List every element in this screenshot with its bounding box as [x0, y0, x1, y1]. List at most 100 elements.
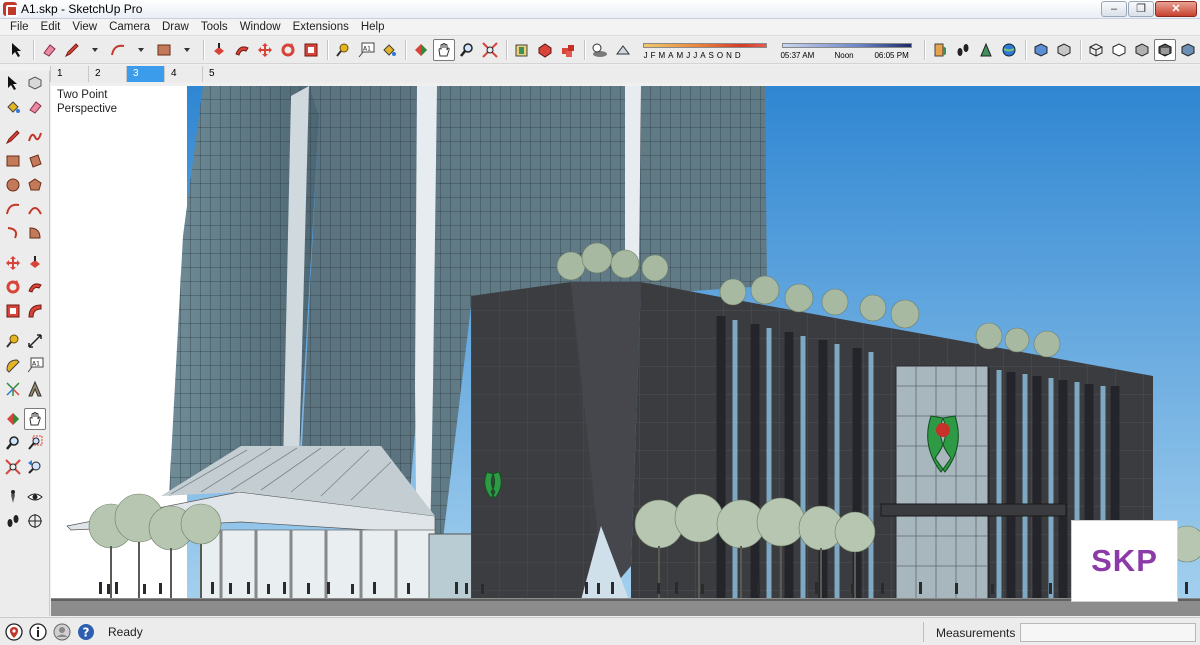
scene-tab-2[interactable]: 2	[88, 66, 126, 82]
scale-tool-button[interactable]	[2, 300, 24, 322]
scene-tab-5[interactable]: 5	[202, 66, 240, 82]
model-viewport[interactable]: Two Point Perspective SKP	[51, 86, 1200, 616]
axes-tool-button[interactable]	[2, 378, 24, 400]
follow-me-button[interactable]	[24, 276, 46, 298]
section-plane-button[interactable]	[929, 39, 951, 61]
scene-tab-4[interactable]: 4	[164, 66, 202, 82]
pan-button[interactable]	[24, 408, 46, 430]
follow-me-button[interactable]	[231, 39, 253, 61]
close-button[interactable]: ✕	[1155, 1, 1197, 17]
protractor-button[interactable]	[2, 354, 24, 376]
fog-toggle-button[interactable]	[612, 39, 634, 61]
time-slider[interactable]: 05:37 AM Noon 06:05 PM	[780, 39, 914, 61]
scene-tab-3[interactable]: 3	[126, 66, 164, 82]
line-tool-button[interactable]	[2, 126, 24, 148]
position-camera-button[interactable]	[975, 39, 997, 61]
three-point-arc-button[interactable]	[2, 222, 24, 244]
hidden-line-style-button[interactable]	[1108, 39, 1130, 61]
pan-button[interactable]	[432, 39, 455, 61]
minimize-button[interactable]: –	[1101, 1, 1127, 17]
offset-tool-button[interactable]	[24, 300, 46, 322]
dropdown-arrow[interactable]	[176, 39, 198, 61]
zoom-extents-button[interactable]	[2, 456, 24, 478]
rotate-tool-button[interactable]	[277, 39, 299, 61]
rotate-tool-button[interactable]	[2, 276, 24, 298]
walk-button[interactable]	[952, 39, 974, 61]
menu-draw[interactable]: Draw	[156, 21, 195, 33]
menu-view[interactable]: View	[66, 21, 103, 33]
geo-location-button[interactable]	[998, 39, 1020, 61]
components-button[interactable]	[534, 39, 556, 61]
arc-tool-button[interactable]	[107, 39, 129, 61]
zoom-button[interactable]	[456, 39, 478, 61]
section-plane-button[interactable]	[24, 510, 46, 532]
orbit-button[interactable]	[410, 39, 432, 61]
make-component-button[interactable]	[24, 72, 46, 94]
orbit-button[interactable]	[2, 408, 24, 430]
circle-tool-button[interactable]	[2, 174, 24, 196]
zoom-button[interactable]	[2, 432, 24, 454]
menu-edit[interactable]: Edit	[35, 21, 67, 33]
pie-tool-button[interactable]	[24, 222, 46, 244]
push-pull-button[interactable]	[24, 252, 46, 274]
polygon-tool-button[interactable]	[24, 174, 46, 196]
back-edges-button[interactable]	[1053, 39, 1075, 61]
two-point-arc-button[interactable]	[24, 198, 46, 220]
menu-help[interactable]: Help	[355, 21, 391, 33]
paint-bucket-button[interactable]	[2, 96, 24, 118]
eraser-tool-button[interactable]	[38, 39, 60, 61]
month-slider[interactable]: J F M A M J J A S O N D	[641, 39, 769, 61]
dimension-tool-button[interactable]	[24, 330, 46, 352]
geolocation-status[interactable]	[4, 622, 24, 642]
dropdown-arrow[interactable]	[84, 39, 106, 61]
measurements-input[interactable]	[1020, 623, 1196, 642]
shaded-style-button[interactable]	[1131, 39, 1153, 61]
menu-tools[interactable]: Tools	[195, 21, 234, 33]
menu-extensions[interactable]: Extensions	[287, 21, 355, 33]
paint-bucket-button[interactable]	[378, 39, 400, 61]
extension-warehouse-button[interactable]	[557, 39, 579, 61]
zoom-window-button[interactable]	[24, 432, 46, 454]
tape-measure-button[interactable]	[332, 39, 354, 61]
scale-tool-button[interactable]	[300, 39, 322, 61]
arc-tool-button[interactable]	[2, 198, 24, 220]
rectangle-tool-button[interactable]	[153, 39, 175, 61]
warehouse-button[interactable]	[511, 39, 533, 61]
select-tool-button[interactable]	[6, 39, 28, 61]
menu-camera[interactable]: Camera	[103, 21, 156, 33]
push-pull-button[interactable]	[208, 39, 230, 61]
shadows-toggle-button[interactable]	[589, 39, 611, 61]
eraser-tool-button[interactable]	[24, 96, 46, 118]
circle-icon	[6, 178, 20, 192]
account-status[interactable]	[52, 622, 72, 642]
menu-file[interactable]: File	[4, 21, 35, 33]
text-tool-button[interactable]: A1	[355, 39, 377, 61]
menu-window[interactable]: Window	[234, 21, 287, 33]
month-track[interactable]	[642, 43, 767, 48]
freehand-tool-button[interactable]	[24, 126, 46, 148]
rotated-rectangle-button[interactable]	[24, 150, 46, 172]
walk-button[interactable]	[2, 510, 24, 532]
previous-view-button[interactable]	[24, 456, 46, 478]
select-tool-button[interactable]	[2, 72, 24, 94]
time-track[interactable]	[782, 43, 913, 48]
xray-style-button[interactable]	[1030, 39, 1052, 61]
scene-tab-1[interactable]: 1	[50, 66, 88, 82]
text-tool-button[interactable]: A1	[24, 354, 46, 376]
dropdown-arrow[interactable]	[130, 39, 152, 61]
move-tool-button[interactable]	[254, 39, 276, 61]
3d-text-button[interactable]	[24, 378, 46, 400]
line-tool-button[interactable]	[61, 39, 83, 61]
look-around-button[interactable]	[24, 486, 46, 508]
help-status[interactable]: ?	[76, 622, 96, 642]
credits-status[interactable]	[28, 622, 48, 642]
move-tool-button[interactable]	[2, 252, 24, 274]
monochrome-style-button[interactable]	[1177, 39, 1199, 61]
wireframe-style-button[interactable]	[1085, 39, 1107, 61]
rectangle-tool-button[interactable]	[2, 150, 24, 172]
maximize-button[interactable]: ❐	[1128, 1, 1154, 17]
tape-measure-button[interactable]	[2, 330, 24, 352]
zoom-extents-button[interactable]	[479, 39, 501, 61]
shaded-textures-style-button[interactable]	[1154, 39, 1177, 61]
position-camera-button[interactable]	[2, 486, 24, 508]
